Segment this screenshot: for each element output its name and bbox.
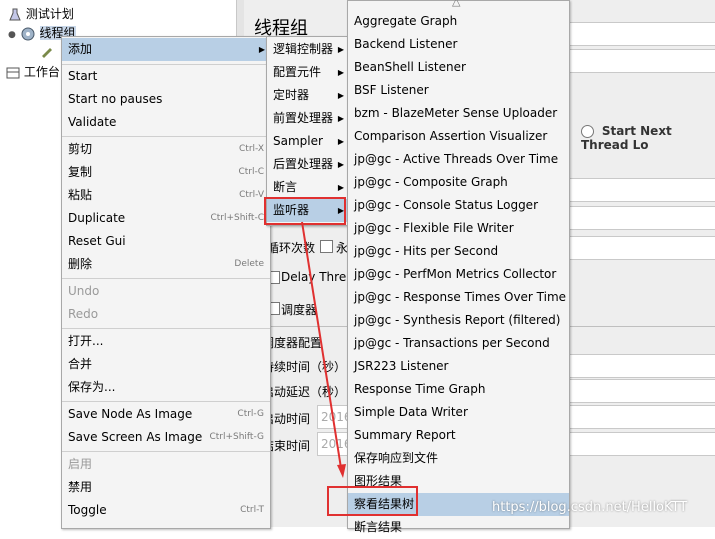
- watermark-text: https://blog.csdn.net/HelloKTT: [492, 500, 688, 515]
- annotation-arrow-icon: [301, 221, 346, 478]
